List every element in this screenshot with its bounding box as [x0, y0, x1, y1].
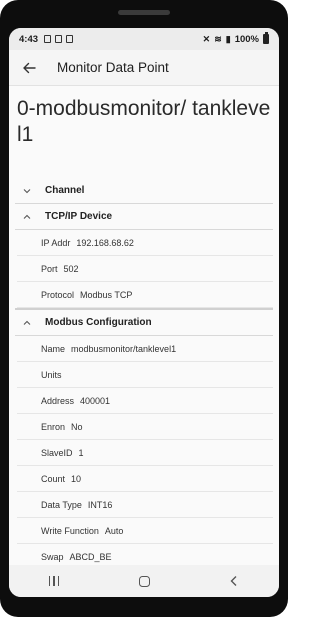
row-swap: Swap ABCD_BE	[17, 544, 273, 565]
row-key: Count	[41, 473, 66, 484]
row-value: Auto	[104, 525, 124, 536]
row-units: Units	[17, 362, 273, 388]
row-name: Name modbusmonitor/tanklevel1	[17, 336, 273, 362]
row-write-function: Write Function Auto	[17, 518, 273, 544]
row-port: Port 502	[17, 256, 273, 282]
row-value: 1	[78, 447, 84, 458]
row-key: Address	[41, 395, 75, 406]
row-key: Protocol	[41, 289, 75, 300]
battery-percent: 100%	[234, 33, 259, 45]
sim-icon	[55, 35, 63, 43]
section-tcp-label: TCP/IP Device	[45, 211, 113, 222]
battery-icon	[263, 32, 269, 44]
row-key: Enron	[41, 421, 66, 432]
row-value: Modbus TCP	[80, 289, 133, 300]
screen: 4:43 ✕ ≋ ▮ 100% Monitor Data Point 0-mod…	[9, 28, 279, 597]
home-button[interactable]	[124, 567, 164, 595]
row-protocol: Protocol Modbus TCP	[17, 282, 273, 308]
recents-icon	[48, 576, 60, 586]
app-bar: Monitor Data Point	[9, 50, 279, 86]
row-data-type: Data Type INT16	[17, 492, 273, 518]
row-value: No	[71, 421, 83, 432]
row-count: Count 10	[17, 466, 273, 492]
recents-button[interactable]	[34, 567, 74, 595]
section-tcp-header[interactable]: TCP/IP Device	[15, 204, 273, 230]
row-key: Name	[41, 343, 66, 354]
chevron-up-icon	[23, 214, 31, 219]
row-key: Data Type	[41, 499, 82, 510]
status-right: ✕ ≋ ▮ 100%	[202, 32, 269, 45]
row-key: Write Function	[41, 525, 99, 536]
row-ip-addr: IP Addr 192.168.68.62	[17, 230, 273, 256]
section-modbus-header[interactable]: Modbus Configuration	[15, 310, 273, 336]
section-modbus-label: Modbus Configuration	[45, 317, 152, 328]
row-address: Address 400001	[17, 388, 273, 414]
detail-content[interactable]: 0-modbusmonitor/ tanklevel1 Channel TCP/…	[9, 86, 279, 565]
section-channel-header[interactable]: Channel	[15, 178, 273, 204]
chevron-left-icon	[230, 576, 237, 586]
row-value: modbusmonitor/tanklevel1	[71, 343, 177, 354]
arrow-left-icon	[23, 62, 36, 73]
wifi-icon: ≋	[214, 33, 222, 44]
row-value: INT16	[87, 499, 113, 510]
chevron-up-icon	[23, 320, 31, 325]
chevron-down-icon	[23, 188, 31, 193]
row-value: 502	[63, 263, 79, 274]
data-point-title: 0-modbusmonitor/ tanklevel1	[17, 97, 271, 146]
row-key: SlaveID	[41, 447, 73, 458]
system-back-button[interactable]	[214, 567, 254, 595]
back-button[interactable]	[11, 50, 47, 86]
speaker-grille	[118, 10, 170, 15]
row-key: Units	[41, 369, 62, 380]
system-nav-bar	[9, 565, 279, 597]
row-value: 400001	[80, 395, 111, 406]
row-slave-id: SlaveID 1	[17, 440, 273, 466]
row-key: Swap	[41, 551, 64, 562]
page-title: Monitor Data Point	[57, 60, 169, 75]
status-time: 4:43	[19, 33, 39, 45]
row-value: ABCD_BE	[69, 551, 112, 562]
signal-icon: ▮	[225, 33, 231, 44]
document-icon	[66, 35, 74, 43]
row-enron: Enron No	[17, 414, 273, 440]
notification-icon	[44, 35, 52, 43]
status-bar: 4:43 ✕ ≋ ▮ 100%	[9, 28, 279, 50]
section-channel-label: Channel	[45, 185, 85, 196]
row-value: 10	[71, 473, 82, 484]
home-icon	[138, 575, 150, 587]
row-value: 192.168.68.62	[76, 237, 134, 248]
phone-frame: 4:43 ✕ ≋ ▮ 100% Monitor Data Point 0-mod…	[0, 0, 288, 617]
row-key: IP Addr	[41, 237, 71, 248]
mute-icon: ✕	[202, 33, 211, 44]
row-key: Port	[41, 263, 58, 274]
